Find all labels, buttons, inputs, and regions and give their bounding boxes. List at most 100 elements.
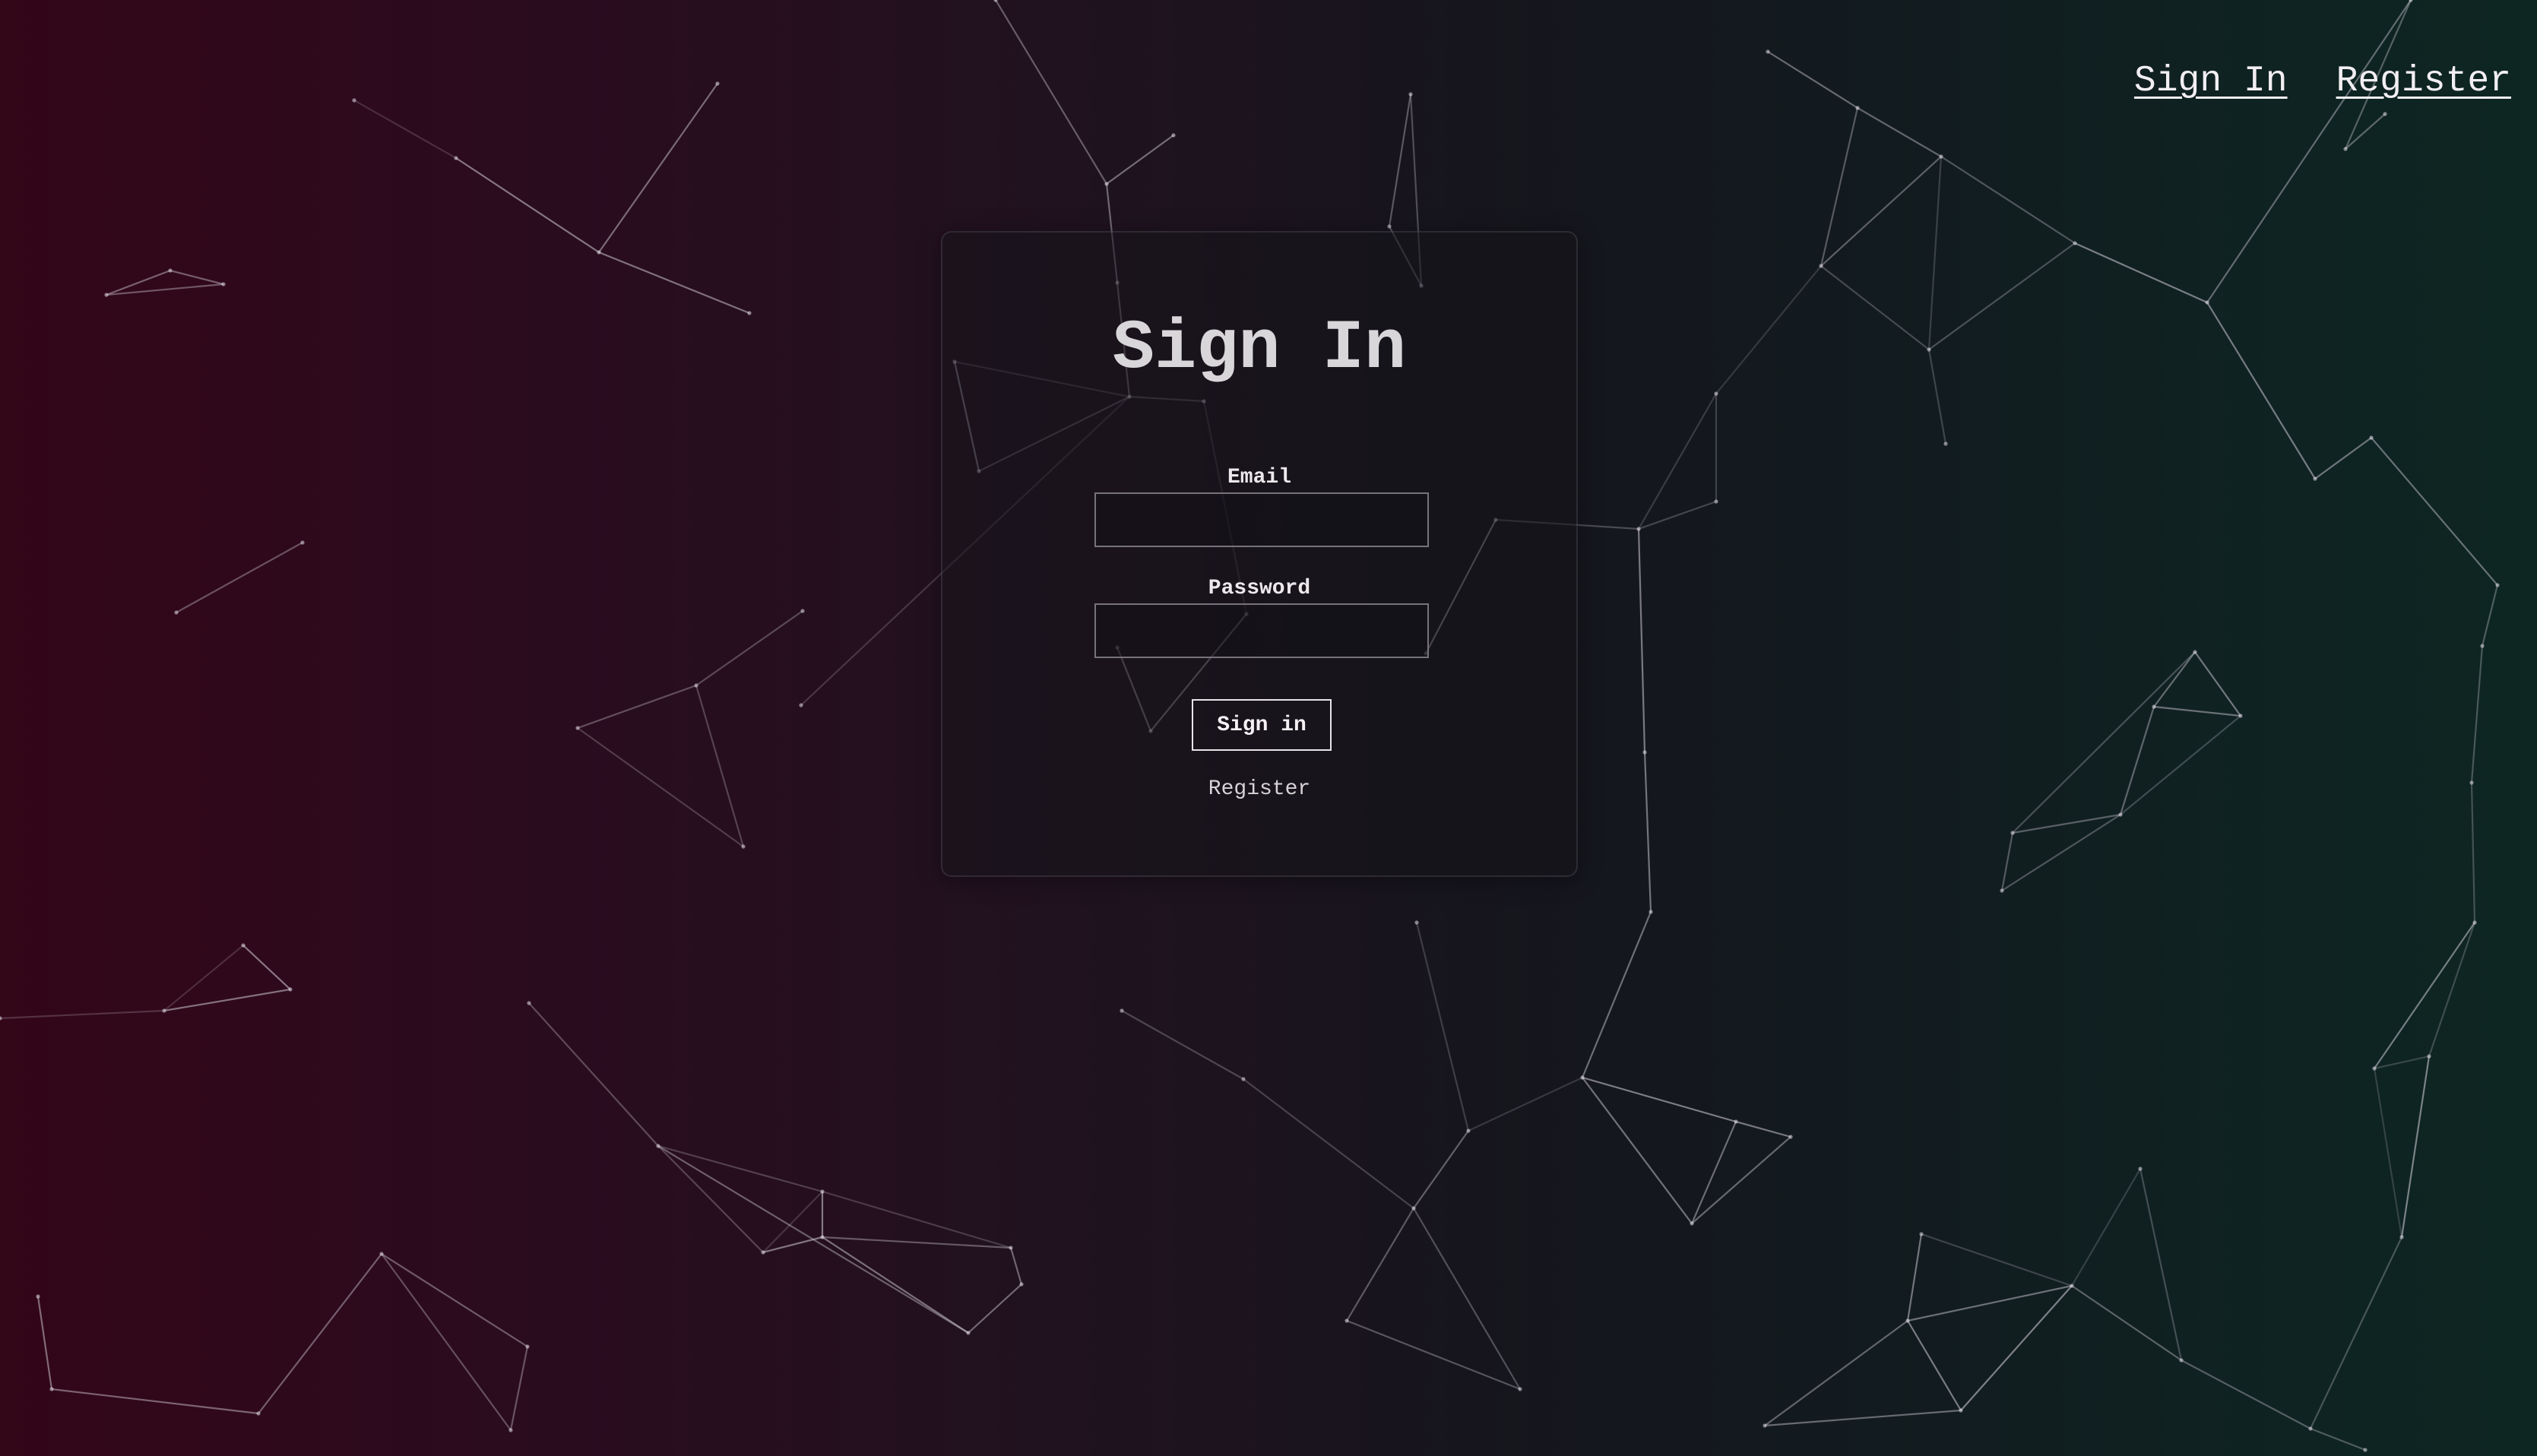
network-edge	[1468, 1077, 1583, 1132]
network-node	[1690, 1221, 1694, 1226]
network-edge	[1243, 1078, 1414, 1209]
network-node	[1408, 92, 1413, 97]
network-node	[2010, 831, 2015, 835]
network-node	[1466, 1128, 1471, 1133]
network-node	[2070, 1283, 2074, 1288]
network-node	[2152, 704, 2156, 709]
nav-sign-in-link[interactable]: Sign In	[2134, 61, 2288, 102]
network-edge	[995, 0, 1107, 185]
network-edge	[1767, 51, 1858, 109]
network-node	[1387, 224, 1392, 229]
network-edge	[258, 1253, 382, 1414]
network-edge	[822, 1236, 969, 1334]
network-node	[1766, 49, 1770, 54]
network-edge	[598, 83, 718, 253]
network-node	[2363, 1448, 2368, 1452]
email-input[interactable]	[1094, 492, 1429, 547]
network-node	[221, 282, 226, 286]
network-node	[36, 1294, 40, 1299]
email-label: Email	[1227, 466, 1291, 489]
network-node	[1905, 1318, 1910, 1323]
network-node	[1411, 1206, 1416, 1211]
network-edge	[1691, 1136, 1791, 1224]
network-node	[1104, 182, 1109, 186]
network-node	[527, 1001, 531, 1005]
network-node	[694, 683, 698, 688]
network-edge	[353, 100, 457, 159]
network-edge	[2071, 1168, 2141, 1287]
network-edge	[1690, 1121, 1737, 1224]
network-edge	[2371, 437, 2498, 586]
network-edge	[36, 1296, 53, 1390]
network-edge	[2310, 1236, 2402, 1429]
network-edge	[2071, 1285, 2182, 1361]
network-node	[1819, 264, 1823, 268]
network-node	[1518, 1387, 1522, 1391]
network-node	[2313, 476, 2317, 481]
network-edge	[1927, 349, 1947, 445]
network-edge	[2074, 242, 2208, 304]
sign-in-button[interactable]: Sign in	[1192, 699, 1332, 751]
network-edge	[1764, 1409, 1962, 1427]
network-node	[2495, 583, 2500, 587]
network-edge	[381, 1253, 528, 1347]
network-node	[1414, 920, 1419, 925]
network-edge	[2012, 651, 2196, 834]
network-node	[2118, 812, 2123, 817]
network-node	[1580, 1075, 1585, 1080]
network-edge	[1413, 1208, 1521, 1390]
network-edge	[1906, 1233, 1923, 1321]
network-node	[1241, 1077, 1246, 1081]
network-node	[1649, 910, 1653, 914]
network-edge	[2314, 437, 2372, 480]
network-edge	[1820, 265, 1930, 350]
network-edge	[509, 1346, 529, 1431]
network-edge	[2181, 1359, 2311, 1429]
network-node	[1788, 1135, 1793, 1139]
network-node	[2138, 1166, 2143, 1171]
network-node	[104, 293, 109, 297]
network-node	[1019, 1282, 1024, 1287]
network-node	[379, 1252, 384, 1256]
network-node	[1714, 499, 1718, 504]
network-edge	[695, 610, 803, 686]
network-edge	[1638, 393, 1717, 530]
network-edge	[2206, 302, 2316, 480]
network-edge	[657, 1145, 969, 1334]
network-node	[525, 1344, 530, 1349]
top-navigation: Sign In Register	[2134, 61, 2511, 102]
password-input[interactable]	[1094, 603, 1429, 658]
nav-register-link[interactable]: Register	[2336, 61, 2511, 102]
network-node	[2073, 241, 2077, 245]
network-edge	[2481, 584, 2499, 647]
network-edge	[1907, 1320, 1962, 1411]
network-edge	[1927, 156, 1943, 350]
network-node	[2179, 1358, 2184, 1363]
network-edge	[2470, 645, 2484, 783]
network-edge	[598, 251, 750, 315]
network-edge	[1940, 156, 2076, 244]
network-edge	[1715, 265, 1822, 394]
network-edge	[657, 1144, 823, 1193]
network-node	[741, 844, 746, 849]
network-edge	[2428, 922, 2476, 1057]
network-node	[2193, 650, 2197, 654]
network-node	[799, 703, 803, 707]
register-link[interactable]: Register	[942, 777, 1576, 802]
network-edge	[2119, 706, 2155, 815]
network-edge	[2194, 651, 2241, 717]
network-edge	[1582, 1076, 1737, 1123]
network-edge	[176, 542, 303, 613]
network-node	[49, 1387, 54, 1391]
network-edge	[1121, 1010, 1244, 1080]
network-edge	[968, 1283, 1022, 1334]
network-node	[800, 609, 805, 613]
network-edge	[1921, 1233, 2073, 1287]
network-node	[2427, 1054, 2431, 1059]
network-edge	[242, 945, 291, 990]
network-node	[241, 943, 245, 948]
network-edge	[51, 1388, 259, 1415]
network-edge	[1820, 156, 1942, 267]
network-node	[2399, 1235, 2404, 1239]
network-edge	[2373, 1068, 2403, 1238]
